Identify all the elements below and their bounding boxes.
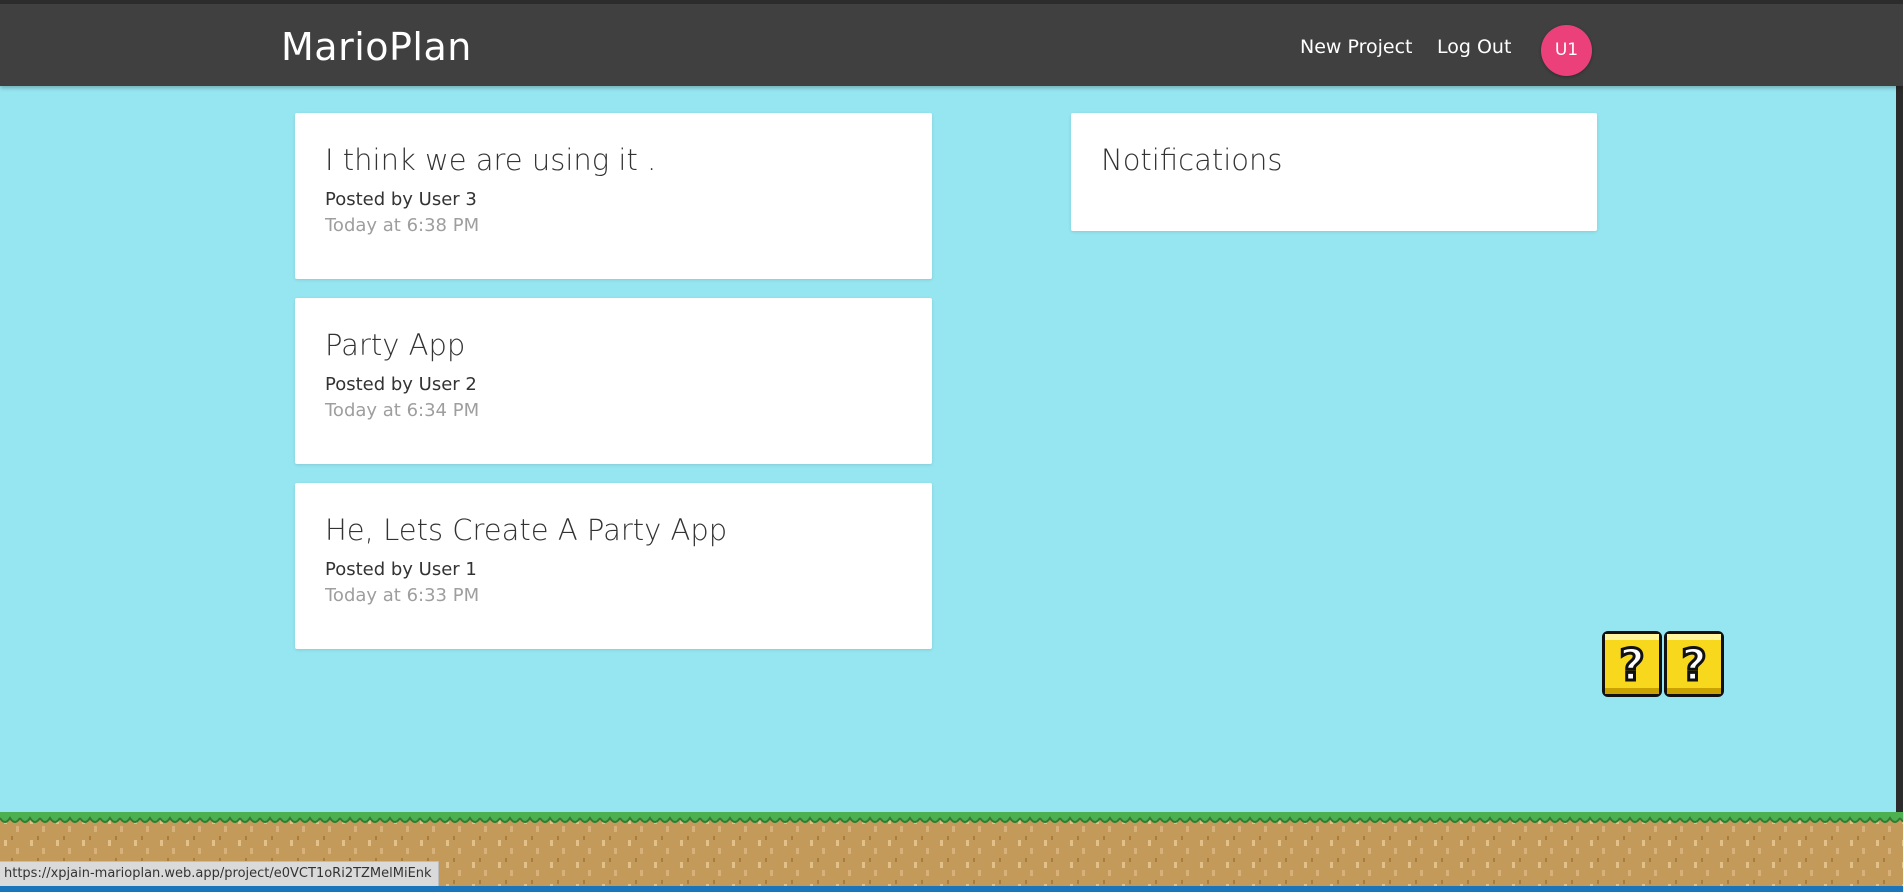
- project-author: Posted by User 3: [325, 189, 477, 210]
- status-url: https://xpjain-marioplan.web.app/project…: [0, 861, 439, 887]
- project-title: Party App: [325, 328, 466, 362]
- new-project-link[interactable]: New Project: [1300, 34, 1413, 60]
- project-date: Today at 6:34 PM: [325, 400, 480, 421]
- question-block-icon: ?: [1664, 631, 1724, 697]
- project-title: I think we are using it .: [325, 143, 657, 177]
- project-card[interactable]: I think we are using it . Posted by User…: [295, 113, 932, 279]
- project-card[interactable]: He, Lets Create A Party App Posted by Us…: [295, 483, 932, 649]
- project-author: Posted by User 1: [325, 559, 477, 580]
- project-date: Today at 6:33 PM: [325, 585, 480, 606]
- project-title: He, Lets Create A Party App: [325, 513, 728, 547]
- project-card[interactable]: Party App Posted by User 2 Today at 6:34…: [295, 298, 932, 464]
- question-blocks-icon: ? ?: [1602, 631, 1724, 697]
- project-author: Posted by User 2: [325, 374, 477, 395]
- project-date: Today at 6:38 PM: [325, 215, 480, 236]
- notifications-title: Notifications: [1101, 143, 1283, 177]
- brand-logo-link[interactable]: MarioPlan: [281, 24, 472, 70]
- user-avatar-button[interactable]: U1: [1541, 25, 1592, 76]
- window-edge: [1896, 0, 1903, 892]
- svg-text:?: ?: [1681, 640, 1707, 691]
- svg-text:?: ?: [1619, 640, 1645, 691]
- notifications-panel: Notifications: [1071, 113, 1597, 231]
- log-out-link[interactable]: Log Out: [1437, 34, 1511, 60]
- navbar: MarioPlan New Project Log Out U1: [0, 0, 1903, 86]
- question-block-icon: ?: [1602, 631, 1662, 697]
- taskbar-strip: [0, 886, 1903, 892]
